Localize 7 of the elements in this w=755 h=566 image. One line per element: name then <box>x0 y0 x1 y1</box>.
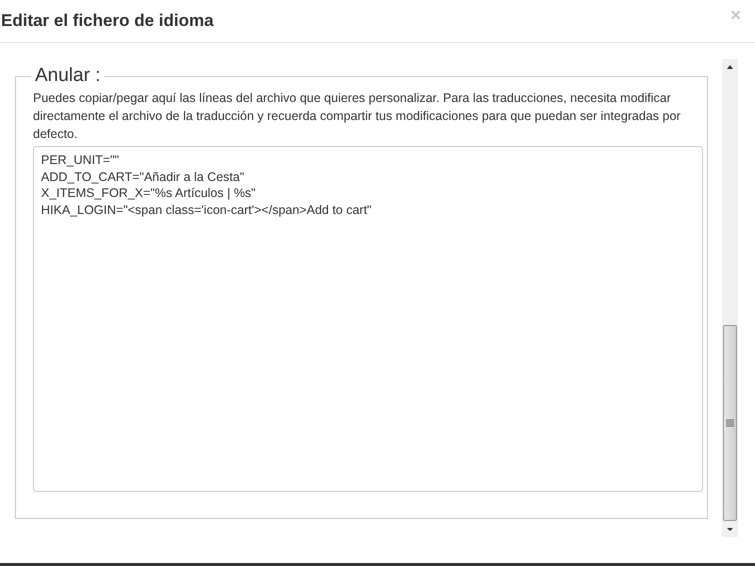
scrollbar[interactable] <box>722 59 738 537</box>
dialog-title: Editar el fichero de idioma <box>1 11 214 31</box>
description-text: Puedes copiar/pegar aquí las líneas del archivo que quieres personalizar. Para las traducciones, necesita modificar directamente el archivo de la traducción y recuerda compartir tus modificaciones para que puedan ser integradas por defecto. <box>33 90 681 143</box>
scroll-thumb[interactable] <box>723 325 737 521</box>
grip-icon <box>726 419 734 427</box>
fieldset-legend: Anular : <box>31 65 104 87</box>
language-text-area[interactable]: PER_UNIT="" ADD_TO_CART="Añadir a la Cesta" X_ITEMS_FOR_X="%s Artículos | %s" HIKA_LOGIN="<span class='icon-cart'></span>Add to cart" <box>33 146 703 492</box>
